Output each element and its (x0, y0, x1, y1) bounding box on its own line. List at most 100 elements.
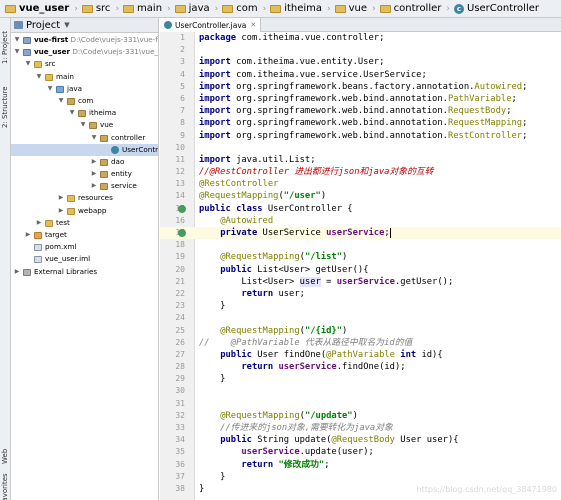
code-line[interactable]: 4 import com.itheima.vue.service.UserServ… (160, 69, 561, 81)
tree-item-label: entity (111, 169, 132, 179)
editor-tab-usercontroller[interactable]: UserController.java ✕ (160, 18, 262, 32)
code-line[interactable]: 11 import java.util.List; (160, 154, 561, 166)
expanded-arrow-icon[interactable]: ▼ (35, 71, 43, 83)
tree-item[interactable]: ▼ java (11, 83, 158, 95)
code-line[interactable]: 12 //@RestController 进出都进行json和java对象的互转 (160, 166, 561, 178)
tree-item[interactable]: ▼ main (11, 71, 158, 83)
breadcrumb-item[interactable]: src (79, 1, 115, 16)
tree-item[interactable]: ▶ dao (11, 156, 158, 168)
tree-item[interactable]: ▶ target (11, 229, 158, 241)
code-token: import (199, 69, 231, 80)
tree-item[interactable]: ▼ vue-first D:\Code\vuejs-331\vue-first (11, 34, 158, 46)
breadcrumb-item[interactable]: c UserController (451, 1, 543, 16)
code-line[interactable]: 2 (160, 44, 561, 56)
code-line[interactable]: 34 public String update(@RequestBody Use… (160, 434, 561, 446)
expanded-arrow-icon[interactable]: ▼ (13, 46, 21, 58)
code-line[interactable]: 28 return userService.findOne(id); (160, 361, 561, 373)
code-line[interactable]: 6 import org.springframework.web.bind.ann… (160, 93, 561, 105)
tree-item[interactable]: ▶ entity (11, 168, 158, 180)
code-line[interactable]: 18 (160, 239, 561, 251)
code-line[interactable]: 35 userService.update(user); (160, 446, 561, 458)
collapsed-arrow-icon[interactable]: ▶ (90, 180, 98, 192)
code-line[interactable]: 20 public List<User> getUser(){ (160, 264, 561, 276)
code-line[interactable]: 30 (160, 385, 561, 397)
code-line[interactable]: 37 } (160, 471, 561, 483)
tree-item[interactable]: ▼ controller (11, 132, 158, 144)
code-line[interactable]: 21 List<User> user = userService.getUser… (160, 276, 561, 288)
expanded-arrow-icon[interactable]: ▼ (90, 132, 98, 144)
expanded-arrow-icon[interactable]: ▼ (24, 58, 32, 70)
code-token: PathVariable (447, 93, 512, 104)
code-line[interactable]: 17 private UserService userService; (160, 227, 561, 240)
code-line[interactable]: 13 @RestController (160, 178, 561, 190)
collapsed-arrow-icon[interactable]: ▶ (57, 192, 65, 204)
collapsed-arrow-icon[interactable]: ▶ (90, 168, 98, 180)
package-icon (100, 158, 108, 166)
tree-item-path: D:\Code\vuejs-331\vue_user (72, 47, 159, 57)
breadcrumb-item[interactable]: com (219, 1, 261, 16)
expanded-arrow-icon[interactable]: ▼ (46, 83, 54, 95)
project-panel-header[interactable]: Project ▼ (11, 18, 158, 33)
line-number: 19 (175, 252, 185, 262)
tree-item[interactable]: ▼ vue (11, 119, 158, 131)
collapsed-arrow-icon[interactable]: ▶ (57, 205, 65, 217)
code-line[interactable]: 5 import org.springframework.beans.factor… (160, 81, 561, 93)
breadcrumb-item[interactable]: java (172, 1, 214, 16)
code-line[interactable]: 1 package com.itheima.vue.controller; (160, 32, 561, 44)
breadcrumb-item[interactable]: vue_user (2, 1, 73, 16)
tree-item[interactable]: ▶ test (11, 217, 158, 229)
collapsed-arrow-icon[interactable]: ▶ (35, 217, 43, 229)
code-line[interactable]: 29 } (160, 373, 561, 385)
breadcrumb-label: java (188, 3, 210, 14)
tree-item[interactable]: pom.xml (11, 241, 158, 253)
code-line[interactable]: 31 (160, 398, 561, 410)
code-line[interactable]: 3 import com.itheima.vue.entity.User; (160, 56, 561, 68)
code-line[interactable]: 19 @RequestMapping("/list") (160, 251, 561, 263)
code-line[interactable]: 10 (160, 142, 561, 154)
code-line[interactable]: 22 return user; (160, 288, 561, 300)
tree-item[interactable]: ▼ vue_user D:\Code\vuejs-331\vue_user (11, 46, 158, 58)
tree-item[interactable]: ▶ service (11, 180, 158, 192)
code-line[interactable]: 23 } (160, 300, 561, 312)
tree-item[interactable]: ▼ com (11, 95, 158, 107)
breadcrumb-item[interactable]: vue (332, 1, 371, 16)
code-text: return "修改成功"; (199, 459, 329, 471)
tree-item[interactable]: vue_user.iml (11, 253, 158, 265)
collapsed-arrow-icon[interactable]: ▶ (90, 156, 98, 168)
tree-item-text: vue-first D:\Code\vuejs-331\vue-first (34, 34, 158, 46)
bean-gutter-icon[interactable] (178, 229, 186, 237)
code-line[interactable]: 27 public User findOne(@PathVariable int… (160, 349, 561, 361)
code-line[interactable]: 25 @RequestMapping("/{id}") (160, 325, 561, 337)
tree-item[interactable]: ▼ src (11, 58, 158, 70)
dropdown-arrow-icon[interactable]: ▼ (64, 21, 69, 29)
tree-item[interactable]: UserController (11, 143, 158, 156)
code-line[interactable]: 9 import org.springframework.web.bind.ann… (160, 130, 561, 142)
tree-item[interactable]: ▶ External Libraries (11, 266, 158, 278)
code-line[interactable]: 32 @RequestMapping("/update") (160, 410, 561, 422)
close-icon[interactable]: ✕ (250, 21, 256, 29)
breadcrumb-item[interactable]: main (120, 1, 166, 16)
code-token: } (199, 471, 226, 482)
expanded-arrow-icon[interactable]: ▼ (79, 119, 87, 131)
code-editor[interactable]: 1 package com.itheima.vue.controller; 2 3 im… (160, 32, 561, 500)
tree-item[interactable]: ▶ resources (11, 192, 158, 204)
code-line[interactable]: 8 import org.springframework.web.bind.ann… (160, 117, 561, 129)
code-line[interactable]: 33 //传进来的json对象,需要转化为java对象 (160, 422, 561, 434)
tree-item[interactable]: ▼ itheima (11, 107, 158, 119)
expanded-arrow-icon[interactable]: ▼ (68, 107, 76, 119)
breadcrumb-item[interactable]: itheima (267, 1, 326, 16)
expanded-arrow-icon[interactable]: ▼ (13, 34, 21, 46)
tree-item[interactable]: ▶ webapp (11, 205, 158, 217)
code-line[interactable]: 16 @Autowired (160, 215, 561, 227)
code-line[interactable]: 36 return "修改成功"; (160, 459, 561, 471)
collapsed-arrow-icon[interactable]: ▶ (24, 229, 32, 241)
expanded-arrow-icon[interactable]: ▼ (57, 95, 65, 107)
code-line[interactable]: 24 (160, 312, 561, 324)
code-line[interactable]: 7 import org.springframework.web.bind.ann… (160, 105, 561, 117)
code-line[interactable]: 15public class UserController { (160, 203, 561, 215)
code-line[interactable]: 26 // @PathVariable 代表从路径中取名为id的值 (160, 337, 561, 349)
breadcrumb-item[interactable]: controller (377, 1, 446, 16)
code-line[interactable]: 14 @RequestMapping("/user") (160, 190, 561, 202)
bean-gutter-icon[interactable] (178, 204, 186, 213)
collapsed-arrow-icon[interactable]: ▶ (13, 266, 21, 278)
